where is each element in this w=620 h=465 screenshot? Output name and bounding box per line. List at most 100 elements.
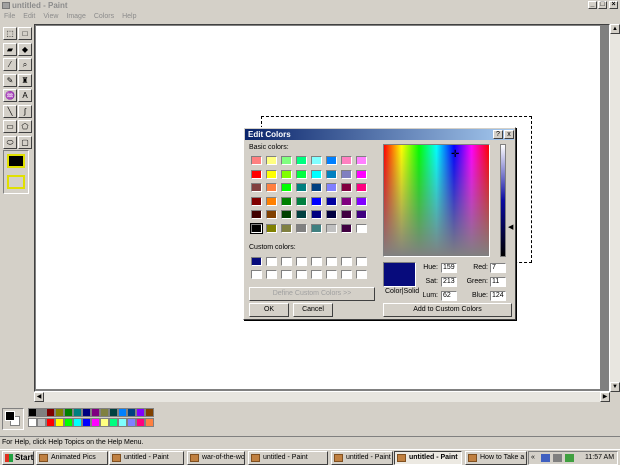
basic-color-swatch[interactable] [251, 196, 262, 206]
polygon-tool[interactable]: ⬠ [18, 120, 32, 133]
scroll-up-icon[interactable]: ▲ [610, 24, 620, 34]
luminosity-arrow-icon[interactable]: ◀ [508, 223, 513, 231]
menu-help[interactable]: Help [118, 11, 140, 22]
scroll-down-icon[interactable]: ▼ [610, 382, 620, 392]
basic-color-swatch[interactable] [326, 223, 337, 233]
custom-color-swatch[interactable] [356, 257, 367, 266]
menu-view[interactable]: View [39, 11, 62, 22]
menu-file[interactable]: File [0, 11, 19, 22]
define-custom-colors-button[interactable]: Define Custom Colors >> [249, 287, 375, 301]
brush-tool[interactable]: ♜ [18, 73, 32, 87]
custom-color-swatch[interactable] [251, 257, 262, 266]
ellipse-tool[interactable]: ⬭ [3, 135, 17, 149]
palette-color-swatch[interactable] [64, 418, 73, 427]
scroll-left-icon[interactable]: ◀ [34, 392, 44, 402]
palette-color-swatch[interactable] [73, 418, 82, 427]
tool-options-box[interactable] [3, 150, 29, 194]
basic-color-swatch[interactable] [356, 196, 367, 206]
basic-color-swatch[interactable] [326, 196, 337, 206]
basic-color-swatch[interactable] [311, 156, 322, 165]
palette-color-swatch[interactable] [37, 418, 46, 427]
palette-color-swatch[interactable] [55, 408, 64, 417]
basic-color-swatch[interactable] [311, 223, 322, 233]
horizontal-scrollbar[interactable]: ◀ ▶ [34, 392, 610, 402]
rect-select-tool[interactable]: □ [18, 27, 32, 40]
basic-color-swatch[interactable] [311, 183, 322, 192]
basic-color-swatch[interactable] [281, 223, 292, 233]
sat-field[interactable]: 213 [441, 277, 457, 287]
hue-field[interactable]: 159 [441, 263, 457, 273]
custom-color-swatch[interactable] [311, 270, 322, 279]
text-tool[interactable]: A [18, 89, 32, 102]
scroll-right-icon[interactable]: ▶ [600, 392, 610, 402]
volume-icon[interactable] [553, 454, 562, 462]
custom-color-swatch[interactable] [356, 270, 367, 279]
taskbar-item[interactable]: untitled - Paint [248, 451, 328, 465]
basic-color-swatch[interactable] [296, 156, 307, 165]
basic-color-swatch[interactable] [311, 169, 322, 179]
antivirus-icon[interactable] [565, 454, 574, 462]
green-field[interactable]: 11 [490, 277, 506, 287]
custom-color-swatch[interactable] [326, 270, 337, 279]
minimize-button[interactable]: _ [588, 1, 597, 9]
close-button[interactable]: × [609, 1, 618, 9]
tray-expand-icon[interactable]: « [531, 452, 535, 464]
blue-field[interactable]: 124 [490, 291, 506, 301]
fill-tool[interactable]: ◆ [18, 42, 32, 56]
taskbar-item[interactable]: How to Take a ... [465, 451, 527, 465]
curve-tool[interactable]: ∫ [18, 104, 32, 118]
start-button[interactable]: Start [2, 451, 34, 465]
basic-color-swatch[interactable] [326, 210, 337, 219]
vertical-scrollbar[interactable]: ▲ ▼ [610, 24, 620, 392]
basic-color-swatch[interactable] [326, 169, 337, 179]
palette-color-swatch[interactable] [145, 408, 154, 417]
custom-color-swatch[interactable] [341, 270, 352, 279]
basic-color-swatch[interactable] [281, 210, 292, 219]
pick-color-tool[interactable]: ⁄ [3, 58, 17, 71]
basic-color-swatch[interactable] [266, 210, 277, 219]
basic-color-swatch[interactable] [266, 169, 277, 179]
rounded-rect-tool[interactable]: ▢ [18, 135, 32, 149]
transparent-option-icon[interactable] [7, 154, 25, 168]
basic-color-swatch[interactable] [281, 183, 292, 192]
basic-color-swatch[interactable] [356, 223, 367, 233]
custom-color-swatch[interactable] [281, 257, 292, 266]
custom-color-swatch[interactable] [251, 270, 262, 279]
custom-color-swatch[interactable] [341, 257, 352, 266]
maximize-button[interactable]: □ [598, 1, 607, 9]
basic-color-swatch[interactable] [250, 222, 263, 234]
opaque-option-icon[interactable] [7, 175, 25, 189]
basic-color-swatch[interactable] [251, 169, 262, 179]
red-field[interactable]: 7 [490, 263, 506, 273]
basic-color-swatch[interactable] [341, 223, 352, 233]
basic-color-swatch[interactable] [266, 196, 277, 206]
custom-color-swatch[interactable] [311, 257, 322, 266]
basic-color-swatch[interactable] [356, 210, 367, 219]
basic-color-swatch[interactable] [266, 156, 277, 165]
basic-color-swatch[interactable] [251, 183, 262, 192]
palette-color-swatch[interactable] [127, 408, 136, 417]
basic-color-swatch[interactable] [296, 196, 307, 206]
palette-color-swatch[interactable] [118, 408, 127, 417]
palette-color-swatch[interactable] [109, 408, 118, 417]
dialog-close-button[interactable]: x [504, 130, 514, 139]
basic-color-swatch[interactable] [296, 183, 307, 192]
custom-color-swatch[interactable] [296, 257, 307, 266]
palette-color-swatch[interactable] [118, 418, 127, 427]
palette-color-swatch[interactable] [82, 408, 91, 417]
custom-color-swatch[interactable] [296, 270, 307, 279]
palette-color-swatch[interactable] [136, 408, 145, 417]
basic-color-swatch[interactable] [266, 183, 277, 192]
basic-color-swatch[interactable] [356, 169, 367, 179]
palette-color-swatch[interactable] [55, 418, 64, 427]
taskbar-item[interactable]: untitled - Paint [394, 451, 462, 465]
basic-color-swatch[interactable] [341, 210, 352, 219]
basic-color-swatch[interactable] [341, 156, 352, 165]
palette-color-swatch[interactable] [145, 418, 154, 427]
basic-color-swatch[interactable] [326, 156, 337, 165]
paint-app-icon[interactable] [2, 2, 10, 9]
ok-button[interactable]: OK [249, 303, 289, 317]
basic-color-swatch[interactable] [341, 196, 352, 206]
taskbar-item[interactable]: war-of-the-wor... [187, 451, 245, 465]
palette-color-swatch[interactable] [37, 408, 46, 417]
